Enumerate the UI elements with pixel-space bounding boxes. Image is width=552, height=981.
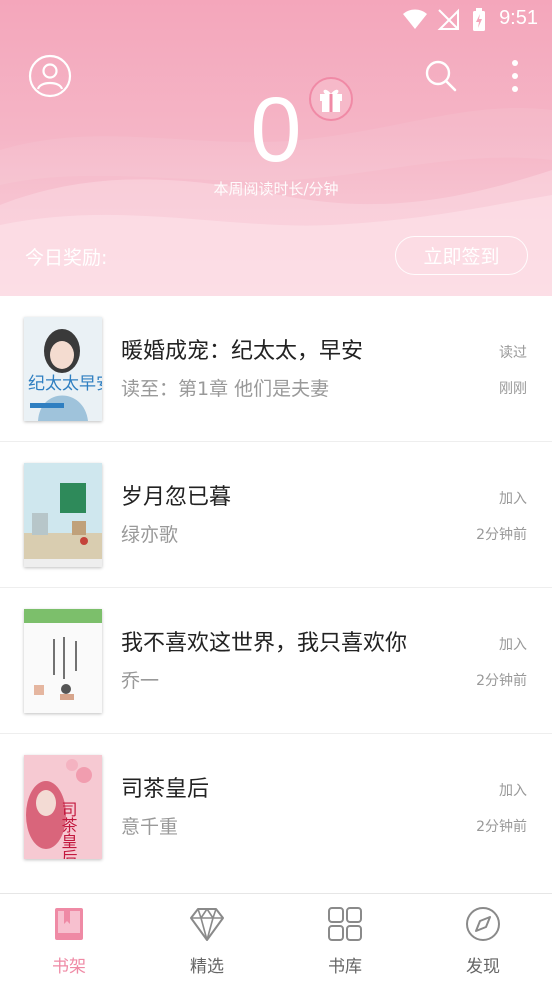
book-cover-title: 司茶皇后 <box>59 801 78 859</box>
grid-icon <box>328 907 362 941</box>
book-title: 司茶皇后 <box>121 777 210 802</box>
book-author: 乔一 <box>121 670 160 692</box>
header-banner: 9:51 0 本周阅读时长/分钟 今日奖励: 立即签到 <box>0 0 552 296</box>
nav-label: 发现 <box>466 957 500 977</box>
nav-discover[interactable]: 发现 <box>414 894 552 981</box>
wifi-icon <box>403 9 427 29</box>
daily-reward-label: 今日奖励: <box>25 247 108 269</box>
weekly-reading-minutes: 0 <box>250 79 302 181</box>
nav-featured[interactable]: 精选 <box>138 894 276 981</box>
status-bar: 9:51 <box>0 0 552 40</box>
book-title: 岁月忽已暮 <box>121 485 232 510</box>
nav-label: 书架 <box>52 957 86 977</box>
nav-label: 书库 <box>328 957 362 977</box>
book-progress: 读至：第1章 他们是夫妻 <box>121 378 330 400</box>
book-cover: 司茶皇后 <box>24 755 102 859</box>
compass-icon <box>466 907 500 941</box>
book-time: 2分钟前 <box>476 527 527 543</box>
weekly-reading-label: 本周阅读时长/分钟 <box>213 180 339 198</box>
gift-icon <box>309 77 353 121</box>
book-author: 绿亦歌 <box>121 524 179 546</box>
gift-button[interactable] <box>308 76 354 122</box>
book-row[interactable]: 岁月忽已暮 绿亦歌 加入 2分钟前 <box>0 442 552 588</box>
status-time: 9:51 <box>499 7 538 29</box>
book-cover: 纪太太早安 <box>24 317 102 421</box>
sign-in-button[interactable]: 立即签到 <box>395 236 528 275</box>
book-title: 暖婚成宠：纪太太，早安 <box>121 339 364 364</box>
book-row[interactable]: 司茶皇后 司茶皇后 意千重 加入 2分钟前 <box>0 734 552 880</box>
book-cover <box>24 463 102 567</box>
book-status: 加入 <box>499 783 527 799</box>
book-status: 加入 <box>499 491 527 507</box>
book-time: 刚刚 <box>499 381 527 397</box>
bookshelf-screen: 9:51 0 本周阅读时长/分钟 今日奖励: 立即签到 纪太太早 暖婚成宠：纪太… <box>0 0 552 981</box>
book-row[interactable]: 纪太太早安 暖婚成宠：纪太太，早安 读至：第1章 他们是夫妻 读过 刚刚 <box>0 296 552 442</box>
battery-charging-icon <box>473 8 485 31</box>
diamond-icon <box>190 908 224 941</box>
book-time: 2分钟前 <box>476 819 527 835</box>
nav-bookshelf[interactable]: 书架 <box>0 894 138 981</box>
book-time: 2分钟前 <box>476 673 527 689</box>
book-status: 加入 <box>499 637 527 653</box>
book-cover-image: 司茶皇后 <box>24 755 102 859</box>
book-cover-image: 纪太太早安 <box>24 317 102 421</box>
book-cover-image <box>24 463 102 567</box>
book-cover <box>24 609 102 713</box>
book-cover-image <box>24 609 102 713</box>
nav-library[interactable]: 书库 <box>276 894 414 981</box>
book-cover-title: 纪太太早安 <box>28 374 102 394</box>
no-signal-icon <box>437 8 459 30</box>
nav-label: 精选 <box>190 957 224 977</box>
book-row[interactable]: 我不喜欢这世界，我只喜欢你 乔一 加入 2分钟前 <box>0 588 552 734</box>
book-title: 我不喜欢这世界，我只喜欢你 <box>121 631 408 656</box>
bottom-navigation: 书架 精选 书库 发现 <box>0 893 552 981</box>
bookshelf-icon <box>55 908 83 940</box>
book-status: 读过 <box>499 345 527 361</box>
book-author: 意千重 <box>121 816 179 838</box>
